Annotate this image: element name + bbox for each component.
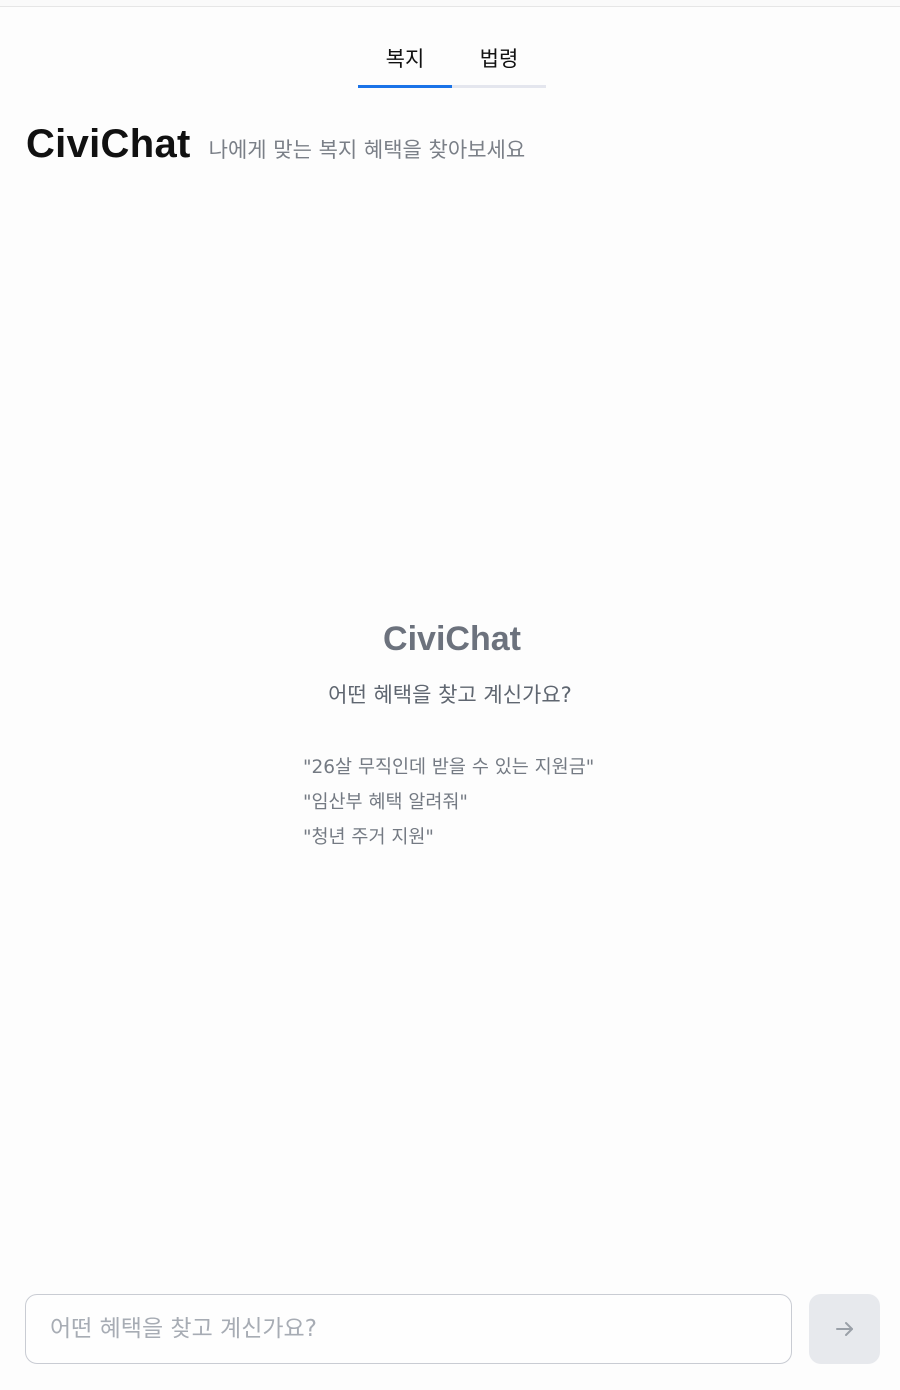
example-prompt[interactable]: "임산부 혜택 알려줘": [303, 791, 594, 826]
empty-state-question: 어떤 혜택을 찾고 계신가요?: [328, 683, 572, 707]
top-divider: [0, 0, 900, 7]
tab-welfare[interactable]: 복지: [358, 38, 452, 88]
tab-law[interactable]: 법령: [452, 38, 546, 85]
chat-composer: [25, 1294, 880, 1364]
category-tabs: 복지 법령: [358, 38, 546, 88]
app-logo-title: CiviChat: [26, 122, 191, 166]
page-header: CiviChat 나에게 맞는 복지 혜택을 찾아보세요: [26, 122, 525, 167]
empty-state: CiviChat 어떤 혜택을 찾고 계신가요?: [0, 620, 900, 709]
send-button[interactable]: [809, 1294, 880, 1364]
example-prompts: "26살 무직인데 받을 수 있는 지원금" "임산부 혜택 알려줘" "청년 …: [303, 756, 594, 861]
page-tagline: 나에게 맞는 복지 혜택을 찾아보세요: [208, 138, 526, 162]
empty-state-title: CiviChat: [383, 620, 521, 658]
chat-input[interactable]: [25, 1294, 792, 1364]
example-prompt[interactable]: "26살 무직인데 받을 수 있는 지원금": [303, 756, 594, 791]
example-prompt[interactable]: "청년 주거 지원": [303, 826, 594, 861]
arrow-right-icon: [833, 1317, 857, 1341]
